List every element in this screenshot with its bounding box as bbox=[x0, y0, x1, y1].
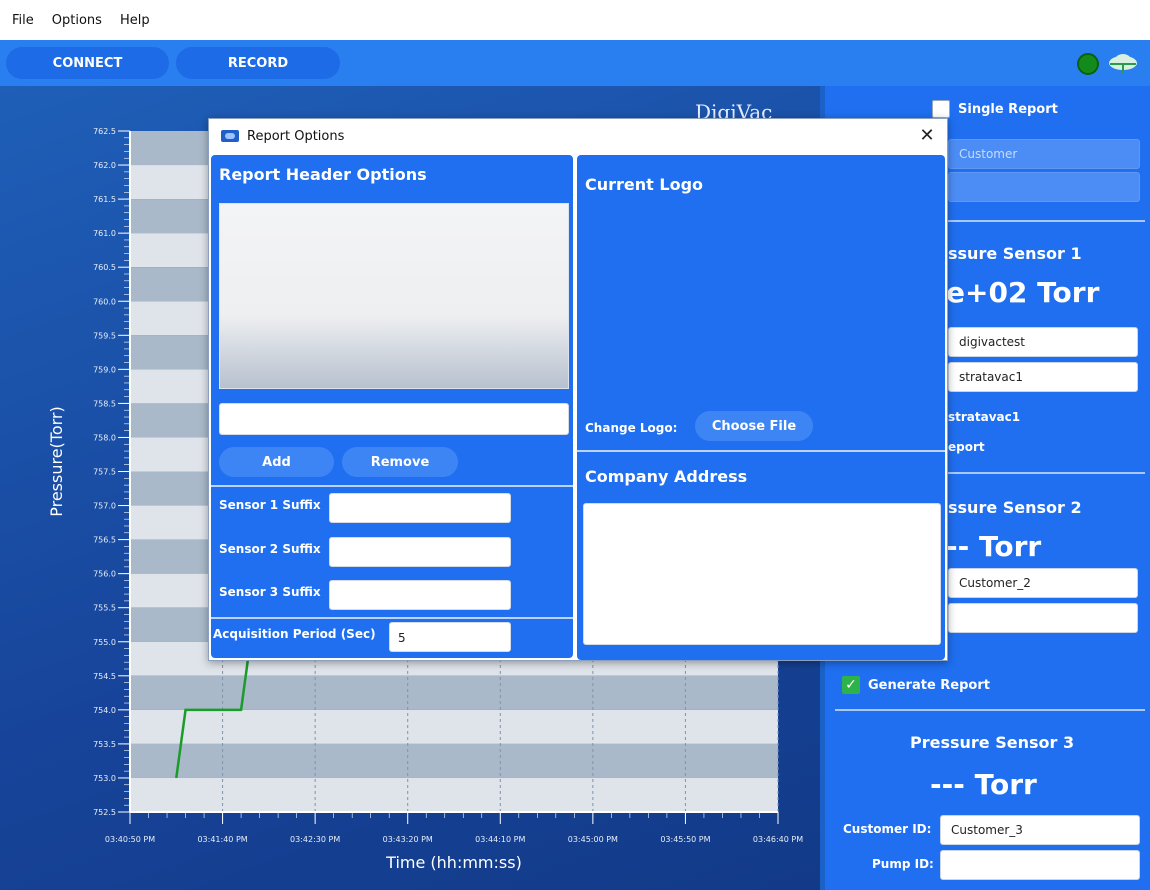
y-tick-label: 760.5 bbox=[93, 263, 116, 272]
sensor3-suffix-label: Sensor 3 Suffix bbox=[219, 585, 321, 599]
generate-report-label: Generate Report bbox=[868, 677, 990, 693]
x-tick-label: 03:40:50 PM bbox=[105, 835, 155, 844]
remove-button[interactable]: Remove bbox=[342, 447, 458, 477]
report-options-dialog: Report Options ✕ Report Header Options A… bbox=[208, 118, 948, 661]
x-tick-label: 03:44:10 PM bbox=[475, 835, 525, 844]
y-tick-label: 762.5 bbox=[93, 127, 116, 136]
y-tick-label: 753.5 bbox=[93, 740, 116, 749]
acquisition-period-input[interactable]: 5 bbox=[389, 622, 511, 652]
sensor1-suffix-label: Sensor 1 Suffix bbox=[219, 498, 321, 512]
y-tick-label: 758.5 bbox=[93, 399, 116, 408]
y-tick-label: 756.5 bbox=[93, 536, 116, 545]
report-header-heading: Report Header Options bbox=[219, 165, 427, 184]
generate-report-row[interactable]: ✓ Generate Report bbox=[842, 676, 990, 694]
connect-button[interactable]: CONNECT bbox=[6, 47, 169, 79]
sensor1-pump-input[interactable]: stratavac1 bbox=[948, 362, 1138, 392]
chart-band bbox=[130, 709, 778, 744]
choose-file-button[interactable]: Choose File bbox=[695, 411, 813, 441]
x-tick-label: 03:43:20 PM bbox=[383, 835, 433, 844]
menu-options[interactable]: Options bbox=[52, 13, 102, 28]
y-tick-label: 759.0 bbox=[93, 365, 116, 374]
y-tick-label: 753.0 bbox=[93, 774, 116, 783]
sensor2-customer-input[interactable]: Customer_2 bbox=[948, 568, 1138, 598]
dialog-title: Report Options bbox=[247, 128, 345, 144]
divider bbox=[211, 485, 573, 487]
pump-id-input[interactable] bbox=[940, 850, 1140, 880]
sensor3-title: Pressure Sensor 3 bbox=[910, 733, 1075, 752]
single-report-checkbox[interactable] bbox=[932, 100, 950, 118]
chart-band bbox=[130, 777, 778, 812]
menu-file[interactable]: File bbox=[12, 13, 34, 28]
close-icon[interactable]: ✕ bbox=[917, 125, 937, 146]
sensor1-suffix-input[interactable] bbox=[329, 493, 511, 523]
y-tick-label: 760.0 bbox=[93, 297, 116, 306]
y-tick-label: 758.0 bbox=[93, 433, 116, 442]
sensor2-suffix-label: Sensor 2 Suffix bbox=[219, 542, 321, 556]
y-tick-label: 756.0 bbox=[93, 570, 116, 579]
report-field[interactable] bbox=[948, 172, 1140, 202]
single-report-label: Single Report bbox=[958, 101, 1058, 117]
pump-id-label: Pump ID: bbox=[872, 857, 934, 871]
y-tick-label: 761.5 bbox=[93, 195, 116, 204]
logo-pane: Current Logo Change Logo: Choose File Co… bbox=[577, 155, 945, 660]
x-tick-label: 03:45:00 PM bbox=[568, 835, 618, 844]
cloud-icon[interactable] bbox=[1106, 52, 1140, 76]
customer-field[interactable]: Customer bbox=[948, 139, 1140, 169]
app-icon bbox=[221, 130, 239, 142]
customer-id-label: Customer ID: bbox=[843, 822, 932, 836]
x-tick-label: 03:41:40 PM bbox=[197, 835, 247, 844]
add-button[interactable]: Add bbox=[219, 447, 334, 477]
y-tick-label: 754.5 bbox=[93, 672, 116, 681]
sensor1-customer-input[interactable]: digivactest bbox=[948, 327, 1138, 357]
y-tick-label: 752.5 bbox=[93, 808, 116, 817]
menu-bar: File Options Help bbox=[0, 0, 1150, 40]
x-tick-label: 03:46:40 PM bbox=[753, 835, 803, 844]
y-axis-label: Pressure(Torr) bbox=[47, 406, 66, 517]
company-address-heading: Company Address bbox=[585, 467, 748, 486]
chart-band bbox=[130, 675, 778, 710]
single-report-row[interactable]: Single Report bbox=[932, 100, 1058, 118]
sensor1-reading: e+02 Torr bbox=[946, 276, 1100, 309]
divider bbox=[577, 450, 945, 452]
connection-status-icon bbox=[1077, 53, 1099, 75]
report-header-list[interactable] bbox=[219, 203, 569, 389]
generate-report-checkbox[interactable]: ✓ bbox=[842, 676, 860, 694]
sensor2-suffix-input[interactable] bbox=[329, 537, 511, 567]
header-line-input[interactable] bbox=[219, 403, 569, 435]
sensor2-title: ssure Sensor 2 bbox=[948, 498, 1082, 517]
y-tick-label: 757.0 bbox=[93, 502, 116, 511]
x-tick-label: 03:45:50 PM bbox=[660, 835, 710, 844]
y-tick-label: 759.5 bbox=[93, 331, 116, 340]
sensor3-suffix-input[interactable] bbox=[329, 580, 511, 610]
change-logo-label: Change Logo: bbox=[585, 421, 678, 435]
acquisition-period-label: Acquisition Period (Sec) bbox=[213, 627, 376, 641]
menu-help[interactable]: Help bbox=[120, 13, 150, 28]
divider bbox=[211, 617, 573, 619]
sensor1-pump-label: stratavac1 bbox=[948, 410, 1021, 424]
sensor2-reading: -- Torr bbox=[946, 530, 1042, 563]
current-logo-heading: Current Logo bbox=[585, 175, 704, 194]
toolbar: CONNECT RECORD bbox=[0, 40, 1150, 86]
y-tick-label: 755.5 bbox=[93, 604, 116, 613]
y-tick-label: 761.0 bbox=[93, 229, 116, 238]
record-button[interactable]: RECORD bbox=[176, 47, 340, 79]
report-header-pane: Report Header Options Add Remove Sensor … bbox=[211, 155, 573, 658]
y-tick-label: 757.5 bbox=[93, 468, 116, 477]
sensor1-report-label: eport bbox=[948, 440, 985, 454]
y-tick-label: 755.0 bbox=[93, 638, 116, 647]
dialog-titlebar[interactable]: Report Options ✕ bbox=[209, 119, 947, 153]
y-tick-label: 762.0 bbox=[93, 161, 116, 170]
sensor1-title: ssure Sensor 1 bbox=[948, 244, 1082, 263]
sensor2-pump-input[interactable] bbox=[948, 603, 1138, 633]
divider bbox=[835, 709, 1145, 711]
x-axis-label: Time (hh:mm:ss) bbox=[385, 853, 522, 872]
sensor3-reading: --- Torr bbox=[930, 768, 1037, 801]
y-tick-label: 754.0 bbox=[93, 706, 116, 715]
chart-band bbox=[130, 743, 778, 778]
customer-id-input[interactable]: Customer_3 bbox=[940, 815, 1140, 845]
company-address-input[interactable] bbox=[583, 503, 941, 645]
x-tick-label: 03:42:30 PM bbox=[290, 835, 340, 844]
